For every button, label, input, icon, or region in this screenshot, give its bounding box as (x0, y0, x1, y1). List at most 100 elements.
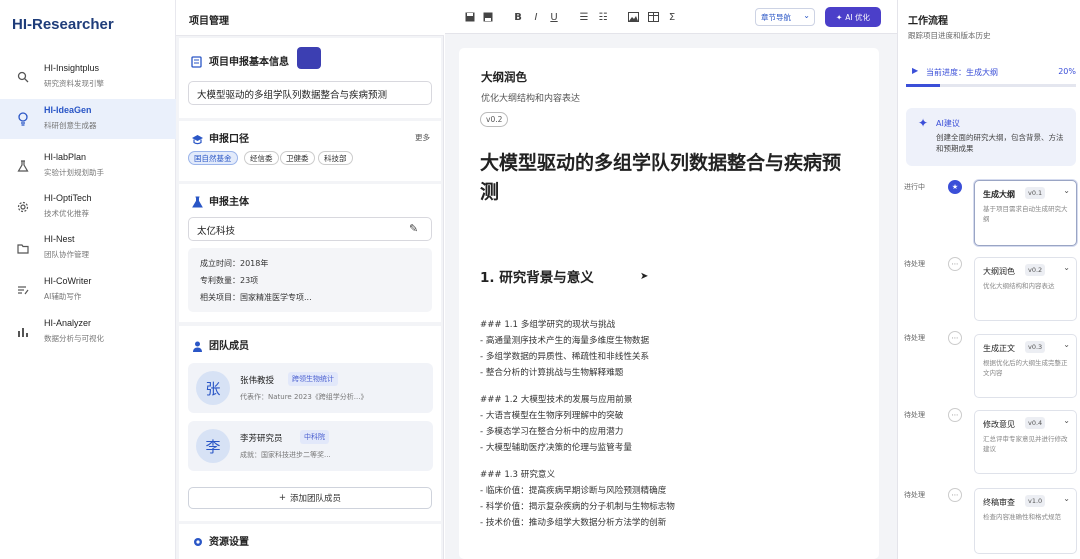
doc-text-line: - 高通量测序技术产生的海量多维度生物数据 (480, 335, 650, 346)
channel-tag[interactable]: 科技部 (318, 151, 353, 165)
lightbulb-icon (15, 111, 31, 127)
doc-section-heading: 1. 研究背景与意义 (480, 270, 594, 286)
chevron-down-icon[interactable]: ⌄ (1063, 186, 1070, 195)
avatar: 李 (196, 429, 230, 463)
save-as-icon[interactable] (481, 10, 495, 24)
search-icon (15, 69, 31, 85)
ai-optimize-button[interactable]: ✦ AI 优化 (825, 7, 881, 27)
project-panel-title: 项目管理 (189, 16, 229, 27)
applicant-card: 申报主体 太亿科技 ✎ 成立时间：2018年 专利数量：23项 相关项目：国家精… (179, 184, 441, 322)
doc-subheading-line: ### 1.3 研究意义 (480, 470, 556, 481)
sidebar-item-cowriter[interactable]: HI-CoWriter AI辅助写作 (0, 270, 176, 310)
avatar: 张 (196, 371, 230, 405)
progress-bar-fill (906, 84, 940, 87)
sidebar-item-title: HI-Insightplus (44, 63, 100, 73)
channel-tag[interactable]: 经信委 (244, 151, 279, 165)
basic-info-title: 项目申报基本信息 (209, 57, 289, 68)
gear-icon (15, 199, 31, 215)
step-desc: 汇总评审专家意见并进行修改建议 (983, 435, 1068, 453)
sidebar-item-subtitle: 团队协作管理 (44, 250, 89, 259)
image-icon[interactable] (626, 10, 640, 24)
formula-icon[interactable]: Σ (665, 10, 679, 24)
numbered-list-icon[interactable]: ☷ (596, 10, 610, 24)
progress-percent: 20% (1058, 67, 1076, 76)
basic-info-card: 项目申报基本信息 大模型驱动的多组学队列数据整合与疾病预测 (179, 38, 441, 118)
step-status: 进行中 (904, 183, 925, 191)
info-patents: 专利数量：23项 (200, 276, 259, 285)
doc-title: 大纲润色 (481, 70, 527, 84)
step-status: 待处理 (904, 411, 925, 419)
doc-version-badge: v0.2 (480, 112, 509, 127)
sparkle-icon: ✦ (918, 116, 929, 130)
chevron-down-icon: ⌄ (803, 11, 810, 20)
sidebar-item-nest[interactable]: HI-Nest 团队协作管理 (0, 228, 176, 268)
document-page[interactable]: 大纲润色 优化大纲结构和内容表达 v0.2 大模型驱动的多组学队列数据整合与疾病… (459, 48, 879, 559)
more-link[interactable]: 更多 (415, 132, 430, 143)
step-desc: 优化大纲结构和内容表达 (983, 282, 1055, 290)
app-root: HI-Researcher HI-Insightplus 研究资料发现引擎 HI… (0, 0, 1080, 559)
applicant-field[interactable]: 太亿科技 (188, 217, 432, 241)
step-card[interactable]: 生成大纲 v0.1 ⌄ 基于项目需求自动生成研究大纲 (974, 180, 1077, 246)
step-version: v0.3 (1025, 341, 1046, 353)
sidebar-item-subtitle: 实验计划规划助手 (44, 168, 104, 177)
chevron-down-icon[interactable]: ⌄ (1063, 340, 1070, 349)
ai-fill-icon[interactable] (297, 47, 321, 69)
graduation-cap-icon (191, 130, 203, 145)
step-desc: 检查内容准确性和格式规范 (983, 513, 1061, 521)
resource-title: 资源设置 (209, 537, 249, 548)
save-icon[interactable] (463, 10, 477, 24)
member-desc: 成就：国家科技进步二等奖... (240, 451, 331, 459)
step-card[interactable]: 终稿审查 v1.0 ⌄ 检查内容准确性和格式规范 (974, 488, 1077, 554)
more-dots-icon: ⋯ (948, 331, 962, 345)
add-member-button[interactable]: + 添加团队成员 (188, 487, 432, 509)
sidebar-item-insightplus[interactable]: HI-Insightplus 研究资料发现引擎 (0, 57, 176, 97)
sidebar-item-subtitle: 数据分析与可视化 (44, 334, 104, 343)
channel-tag[interactable]: 国自然基金 (188, 151, 238, 165)
project-panel: 项目管理 项目申报基本信息 大模型驱动的多组学队列数据整合与疾病预测 申报口径 … (176, 0, 444, 559)
team-title: 团队成员 (209, 341, 249, 352)
member-card[interactable]: 李 李芳研究员 中科院 成就：国家科技进步二等奖... (188, 421, 433, 471)
progress-label: 当前进度：生成大纲 (926, 68, 998, 77)
sparkle-icon: ✦ (835, 12, 843, 22)
step-version: v0.1 (1025, 187, 1046, 199)
bullet-list-icon[interactable]: ☰ (577, 10, 591, 24)
chevron-down-icon[interactable]: ⌄ (1063, 263, 1070, 272)
resource-card: 资源设置 (179, 524, 441, 559)
step-name: 生成大纲 (983, 190, 1015, 199)
underline-icon[interactable]: U (547, 10, 561, 24)
sidebar-item-ideagen[interactable]: HI-IdeaGen 科研创意生成器 (0, 99, 176, 139)
step-card[interactable]: 修改意见 v0.4 ⌄ 汇总评审专家意见并进行修改建议 (974, 410, 1077, 474)
step-name: 修改意见 (983, 420, 1015, 429)
ai-suggestion-title: AI建议 (936, 119, 960, 128)
flask-icon (15, 158, 31, 174)
bold-icon[interactable]: B (511, 10, 525, 24)
bar-chart-icon (15, 324, 31, 340)
sidebar-item-optitech[interactable]: HI-OptiTech 技术优化推荐 (0, 187, 176, 227)
chevron-down-icon[interactable]: ⌄ (1063, 416, 1070, 425)
step-name: 生成正文 (983, 344, 1015, 353)
member-name: 张伟教授 (240, 376, 275, 386)
channel-tag[interactable]: 卫健委 (280, 151, 315, 165)
info-founded: 成立时间：2018年 (200, 259, 269, 268)
sidebar-item-title: HI-labPlan (44, 152, 87, 162)
sidebar-item-labplan[interactable]: HI-labPlan 实验计划规划助手 (0, 146, 176, 186)
project-name-field[interactable]: 大模型驱动的多组学队列数据整合与疾病预测 (188, 81, 432, 105)
step-version: v0.2 (1025, 264, 1046, 276)
chevron-down-icon[interactable]: ⌄ (1063, 494, 1070, 503)
ai-suggestion-box: ✦ AI建议 创建全面的研究大纲，包含背景、方法和预期成果 (906, 108, 1076, 166)
doc-text-line: - 科学价值：揭示复杂疾病的分子机制与生物标志物 (480, 502, 675, 512)
sidebar-item-subtitle: 技术优化推荐 (44, 209, 89, 218)
step-card[interactable]: 大纲润色 v0.2 ⌄ 优化大纲结构和内容表达 (974, 257, 1077, 321)
progress-row: ▶ 当前进度：生成大纲 20% (906, 66, 1076, 78)
step-card[interactable]: 生成正文 v0.3 ⌄ 根据优化后的大纲生成完整正文内容 (974, 334, 1077, 398)
table-icon[interactable] (646, 10, 660, 24)
chapter-nav-select[interactable]: 章节导航 ⌄ (755, 8, 815, 26)
step-version: v1.0 (1025, 495, 1046, 507)
member-card[interactable]: 张 张伟教授 跨领生物统计 代表作：Nature 2023《跨组学分析...》 (188, 363, 433, 413)
sidebar-item-analyzer[interactable]: HI-Analyzer 数据分析与可视化 (0, 312, 176, 352)
doc-text-line: - 大模型辅助医疗决策的伦理与监管考量 (480, 442, 632, 453)
doc-text-line: - 多组学数据的异质性、稀疏性和非线性关系 (480, 351, 650, 362)
italic-icon[interactable]: I (529, 10, 543, 24)
pencil-icon[interactable]: ✎ (409, 222, 418, 235)
mouse-cursor-icon: ➤ (640, 271, 649, 282)
